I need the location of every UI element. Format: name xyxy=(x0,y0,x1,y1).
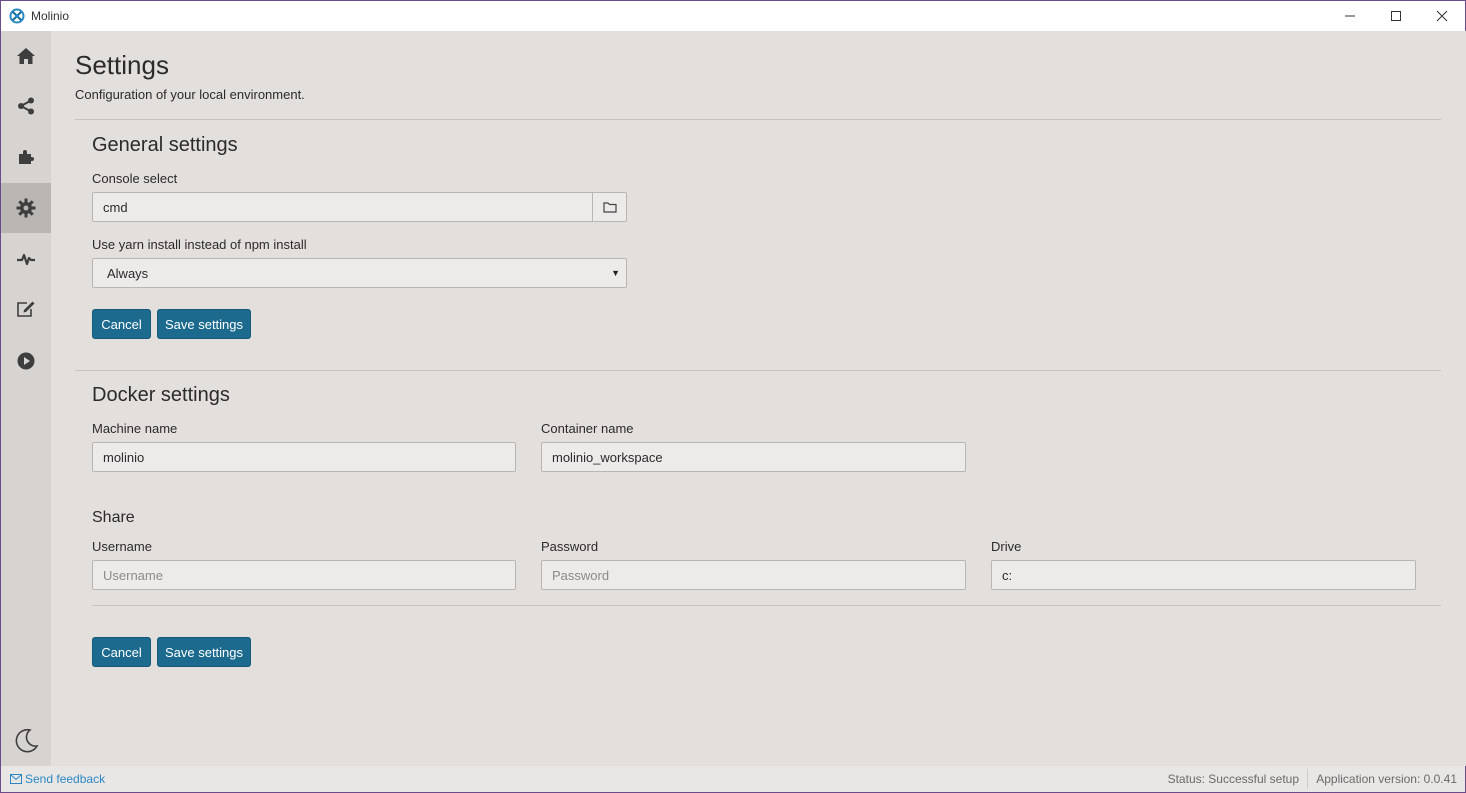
sidebar-item-plugins[interactable] xyxy=(1,131,51,181)
browse-folder-button[interactable] xyxy=(592,192,627,222)
sidebar-item-settings[interactable] xyxy=(1,183,51,233)
window-title: Molinio xyxy=(31,9,70,23)
username-input[interactable] xyxy=(92,560,516,590)
envelope-icon xyxy=(10,774,22,784)
divider xyxy=(92,605,1441,606)
send-feedback-label: Send feedback xyxy=(25,772,106,786)
setup-status: Status: Successful setup xyxy=(1167,772,1299,786)
sidebar-item-share[interactable] xyxy=(1,81,51,131)
puzzle-icon xyxy=(19,150,34,164)
general-save-settings-button[interactable]: Save settings xyxy=(157,309,251,339)
divider xyxy=(75,119,1441,120)
yarn-install-label: Use yarn install instead of npm install xyxy=(92,237,307,252)
general-settings-title: General settings xyxy=(92,134,238,156)
main-content: Settings Configuration of your local env… xyxy=(51,31,1466,766)
docker-settings-title: Docker settings xyxy=(92,384,230,406)
password-label: Password xyxy=(541,539,599,554)
page-subtitle: Configuration of your local environment. xyxy=(75,87,305,102)
sidebar-item-home[interactable] xyxy=(1,31,51,81)
sidebar-item-edit[interactable] xyxy=(1,284,51,334)
status-separator xyxy=(1307,769,1308,789)
folder-icon xyxy=(602,202,617,213)
docker-save-settings-button[interactable]: Save settings xyxy=(157,637,251,667)
moon-icon xyxy=(15,728,39,753)
username-label: Username xyxy=(92,539,152,554)
caret-down-icon: ▼ xyxy=(611,268,620,278)
container-name-label: Container name xyxy=(541,421,634,436)
general-cancel-button[interactable]: Cancel xyxy=(92,309,151,339)
home-icon xyxy=(17,48,35,64)
send-feedback-link[interactable]: Send feedback xyxy=(10,772,105,786)
machine-name-input[interactable] xyxy=(92,442,516,472)
console-select-label: Console select xyxy=(92,171,178,186)
gear-icon xyxy=(16,198,36,218)
machine-name-label: Machine name xyxy=(92,421,178,436)
drive-label: Drive xyxy=(991,539,1022,554)
sidebar-item-health[interactable] xyxy=(1,234,51,284)
yarn-install-selected-value: Always xyxy=(107,265,149,281)
application-version: Application version: 0.0.41 xyxy=(1316,772,1457,786)
close-button[interactable] xyxy=(1419,1,1465,31)
page-title: Settings xyxy=(75,50,169,80)
sidebar-item-run[interactable] xyxy=(1,336,51,386)
divider xyxy=(75,370,1441,371)
minimize-button[interactable] xyxy=(1327,1,1373,31)
password-input[interactable] xyxy=(541,560,966,590)
theme-toggle-button[interactable] xyxy=(1,717,51,765)
play-circle-icon xyxy=(17,352,35,370)
edit-icon xyxy=(17,301,35,317)
maximize-button[interactable] xyxy=(1373,1,1419,31)
container-name-input[interactable] xyxy=(541,442,966,472)
docker-cancel-button[interactable]: Cancel xyxy=(92,637,151,667)
title-bar: Molinio xyxy=(0,0,1466,31)
window-controls xyxy=(1327,1,1465,31)
share-icon xyxy=(18,97,34,115)
sidebar xyxy=(0,31,51,766)
yarn-install-select[interactable]: Always ▼ xyxy=(92,258,627,288)
drive-input[interactable] xyxy=(991,560,1416,590)
share-title: Share xyxy=(92,509,135,526)
status-bar: Send feedback Status: Successful setup A… xyxy=(0,766,1466,793)
molinio-logo-icon xyxy=(9,8,25,24)
heartbeat-icon xyxy=(17,253,35,266)
console-select-input[interactable] xyxy=(92,192,594,222)
